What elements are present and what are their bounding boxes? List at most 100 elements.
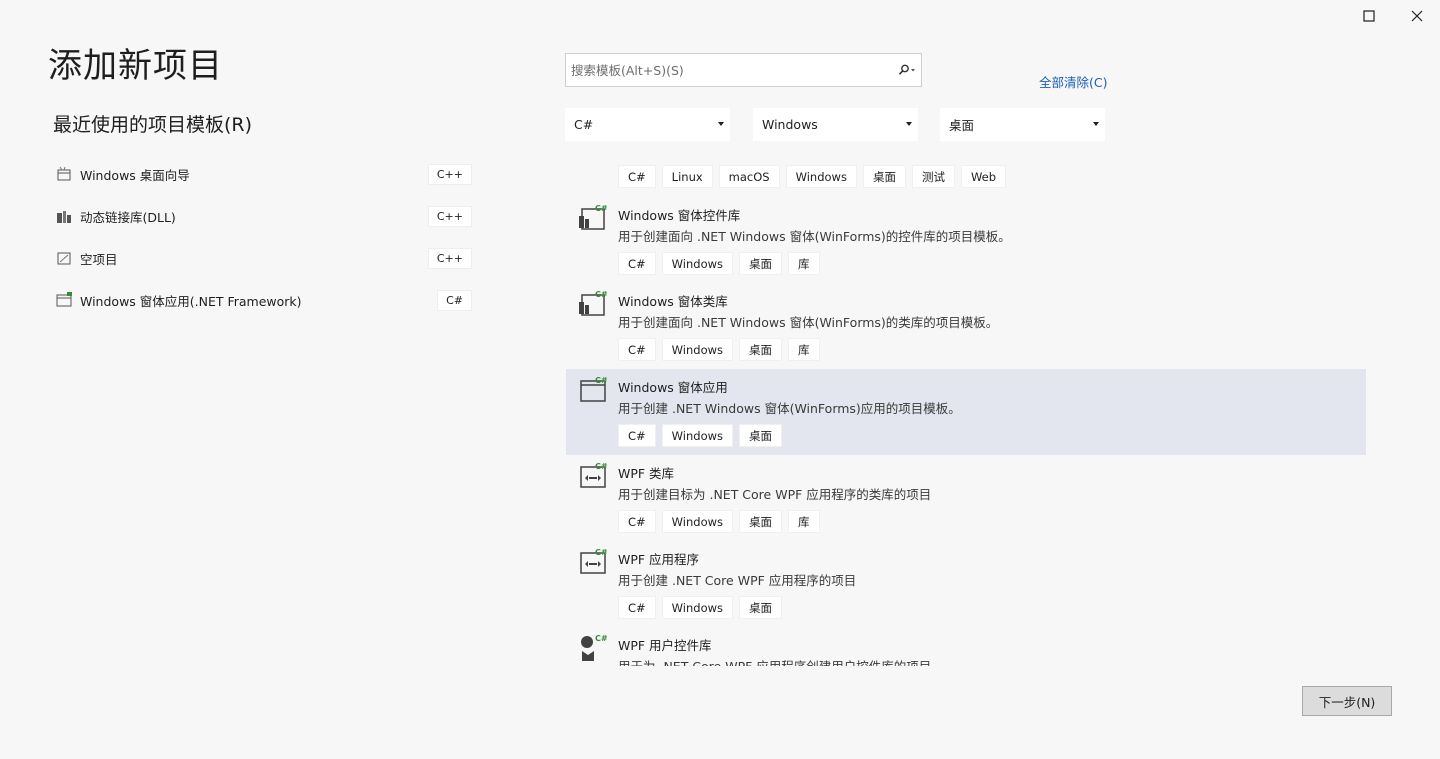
- filter-tag[interactable]: Windows: [785, 165, 857, 188]
- next-button[interactable]: 下一步(N): [1302, 686, 1392, 716]
- language-filter-value: C#: [574, 117, 594, 132]
- template-tag: C#: [618, 338, 656, 361]
- template-description: 用于创建目标为 .NET Core WPF 应用程序的类库的项目: [618, 487, 932, 502]
- chevron-down-icon: [1093, 122, 1099, 126]
- template-tag: C#: [618, 252, 656, 275]
- svg-text:C#: C#: [595, 290, 608, 299]
- search-button[interactable]: [893, 54, 921, 86]
- recent-template-item[interactable]: 动态链接库(DLL) C++: [50, 195, 480, 237]
- template-tag: Windows: [661, 338, 734, 361]
- filter-tag[interactable]: macOS: [718, 165, 780, 188]
- clear-all-link[interactable]: 全部清除(C): [1039, 72, 1107, 91]
- template-tag: Windows: [661, 252, 734, 275]
- svg-text:C#: C#: [595, 634, 608, 643]
- template-item[interactable]: C# Windows 窗体控件库用于创建面向 .NET Windows 窗体(Wi…: [566, 197, 1366, 283]
- template-tag-row: C# Windows 桌面库: [618, 510, 820, 533]
- dll-icon: [56, 208, 72, 224]
- template-tag: C#: [618, 424, 656, 447]
- recent-template-item[interactable]: Windows 窗体应用(.NET Framework) C#: [50, 279, 480, 321]
- maximize-icon: [1363, 10, 1375, 22]
- template-name: Windows 窗体控件库: [618, 208, 741, 223]
- platform-filter[interactable]: Windows: [753, 108, 918, 141]
- winforms-class-library-icon: C#: [578, 289, 608, 319]
- template-item[interactable]: C# WPF 应用程序 用于创建 .NET Core WPF 应用程序的项目 C# Wi…: [566, 541, 1366, 627]
- filter-tag[interactable]: 桌面: [862, 165, 906, 188]
- template-item[interactable]: C# Windows 窗体应用用于创建 .NET Windows 窗体(WinFo…: [566, 369, 1366, 455]
- template-tag: Windows: [661, 510, 734, 533]
- template-description: 用于创建 .NET Windows 窗体(WinForms)应用的项目模板。: [618, 401, 961, 416]
- filter-tag[interactable]: C#: [618, 165, 656, 188]
- template-tag: 桌面: [739, 510, 783, 533]
- template-tag: 桌面: [739, 338, 783, 361]
- recent-template-label: 空项目: [80, 251, 118, 267]
- template-name: WPF 应用程序: [618, 552, 700, 567]
- template-tag: 库: [788, 510, 820, 533]
- recent-template-item[interactable]: Windows 桌面向导 C++: [50, 153, 480, 195]
- language-badge: C#: [437, 290, 472, 311]
- recent-templates-list: Windows 桌面向导 C++ 动态链接库(DLL) C++ 空项目 C++ Window…: [50, 153, 480, 321]
- template-description: 用于为 .NET Core WPF 应用程序创建用户控件库的项目: [618, 656, 931, 666]
- template-tag: Windows: [661, 424, 734, 447]
- svg-text:C#: C#: [595, 462, 608, 471]
- recent-template-label: Windows 窗体应用(.NET Framework): [80, 293, 302, 309]
- search-box[interactable]: [565, 53, 922, 87]
- template-name: Windows 窗体类库: [618, 294, 728, 309]
- template-description: 用于创建 .NET Core WPF 应用程序的项目: [618, 573, 857, 588]
- winforms-app-icon: [56, 292, 72, 308]
- wizard-icon: [56, 166, 72, 182]
- template-description: 用于创建面向 .NET Windows 窗体(WinForms)的类库的项目模板…: [618, 315, 999, 330]
- template-tag: C#: [618, 596, 656, 619]
- svg-text:C#: C#: [595, 548, 608, 557]
- wpf-class-library-icon: C#: [578, 461, 608, 491]
- project-type-filter-value: 桌面: [949, 118, 975, 133]
- template-tag-row: C# Windows 桌面库: [618, 252, 820, 275]
- empty-project-icon: [56, 250, 72, 266]
- template-tag-row: C# Windows 桌面库: [618, 338, 820, 361]
- close-button[interactable]: [1394, 4, 1440, 28]
- template-results-list[interactable]: C# Linux macOS Windows 桌面 测试 Web C# Windows 窗体控…: [566, 160, 1366, 666]
- page-title: 添加新项目: [48, 46, 223, 86]
- language-badge: C++: [427, 206, 472, 227]
- template-name: WPF 类库: [618, 466, 675, 481]
- recent-templates-title: 最近使用的项目模板(R): [53, 114, 253, 136]
- top-tag-row: C# Linux macOS Windows 桌面 测试 Web: [618, 165, 1007, 188]
- svg-text:C#: C#: [595, 204, 608, 213]
- template-item[interactable]: C# WPF 用户控件库用于为 .NET Core WPF 应用程序创建用户控件库…: [566, 627, 1366, 666]
- recent-template-item[interactable]: 空项目 C++: [50, 237, 480, 279]
- filter-tag[interactable]: Linux: [661, 165, 713, 188]
- template-tag: C#: [618, 510, 656, 533]
- template-tag-row: C# Windows 桌面: [618, 596, 783, 619]
- recent-template-label: Windows 桌面向导: [80, 167, 190, 183]
- template-tag: 桌面: [739, 596, 783, 619]
- maximize-button[interactable]: [1346, 4, 1392, 28]
- language-badge: C++: [427, 164, 472, 185]
- chevron-down-icon: [906, 122, 912, 126]
- search-input[interactable]: [566, 54, 893, 86]
- platform-filter-value: Windows: [762, 117, 818, 132]
- project-type-filter[interactable]: 桌面: [940, 108, 1105, 141]
- template-tag: 桌面: [739, 424, 783, 447]
- template-tag: 库: [788, 252, 820, 275]
- template-name: WPF 用户控件库: [618, 638, 712, 653]
- template-tag: 桌面: [739, 252, 783, 275]
- svg-text:C#: C#: [595, 376, 608, 385]
- template-tag: Windows: [661, 596, 734, 619]
- winforms-control-library-icon: C#: [578, 203, 608, 233]
- template-name: Windows 窗体应用: [618, 380, 728, 395]
- chevron-down-icon: [718, 122, 724, 126]
- template-item[interactable]: C# Windows 窗体类库用于创建面向 .NET Windows 窗体(Win…: [566, 283, 1366, 369]
- filter-tag[interactable]: 测试: [911, 165, 955, 188]
- template-tag-row: C# Windows 桌面: [618, 424, 783, 447]
- close-icon: [1411, 10, 1423, 22]
- template-description: 用于创建面向 .NET Windows 窗体(WinForms)的控件库的项目模…: [618, 229, 1011, 244]
- template-item[interactable]: C# WPF 类库用于创建目标为 .NET Core WPF 应用程序的类库的项目…: [566, 455, 1366, 541]
- wpf-user-control-library-icon: C#: [578, 633, 608, 663]
- recent-template-label: 动态链接库(DLL): [80, 209, 176, 225]
- language-badge: C++: [427, 248, 472, 269]
- language-filter[interactable]: C#: [565, 108, 730, 141]
- winforms-app-icon: C#: [578, 375, 608, 405]
- wpf-app-icon: C#: [578, 547, 608, 577]
- search-icon: [898, 64, 915, 75]
- filter-tag[interactable]: Web: [960, 165, 1007, 188]
- template-tag: 库: [788, 338, 820, 361]
